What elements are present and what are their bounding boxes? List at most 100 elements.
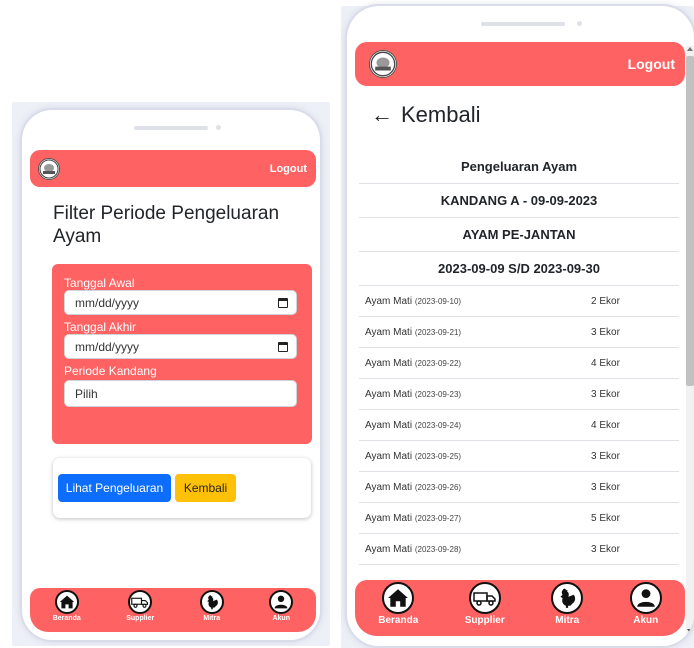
nav-item-mitra[interactable]: Mitra — [199, 590, 224, 622]
row-qty: 3 Ekor — [591, 543, 620, 555]
table-row: Ayam Mati (2023-09-28) 3 Ekor — [359, 534, 679, 565]
bottom-nav: Beranda Supplier Mitra Akun — [355, 580, 685, 636]
expense-table: Pengeluaran Ayam KANDANG A - 09-09-2023 … — [359, 150, 679, 565]
page-title: Filter Periode Pengeluaran Ayam — [53, 203, 280, 247]
table-header: KANDANG A - 09-09-2023 — [359, 184, 679, 218]
scrollbar-thumb[interactable] — [686, 56, 694, 386]
row-item-date: (2023-09-28) — [414, 544, 462, 554]
row-item-name: Ayam Mati — [365, 388, 413, 400]
nav-label: Akun — [633, 615, 659, 626]
row-item: Ayam Mati (2023-09-21) — [359, 327, 591, 338]
nav-label: Mitra — [203, 615, 221, 622]
speaker-bar — [481, 22, 565, 26]
row-item: Ayam Mati (2023-09-24) — [359, 420, 591, 431]
table-row: Ayam Mati (2023-09-27) 5 Ekor — [359, 503, 679, 534]
row-qty: 3 Ekor — [591, 388, 620, 400]
action-card: Lihat Pengeluaran Kembali — [53, 458, 311, 518]
nav-label: Akun — [272, 615, 290, 622]
row-qty: 3 Ekor — [591, 326, 620, 338]
rooster-icon — [551, 582, 584, 614]
row-item-date: (2023-09-24) — [414, 420, 462, 430]
back-link[interactable]: ← Kembali — [371, 102, 480, 128]
camera-dot — [577, 21, 582, 26]
row-item-name: Ayam Mati — [365, 295, 413, 307]
row-item-date: (2023-09-10) — [414, 296, 462, 306]
nav-item-supplier[interactable]: Supplier — [465, 582, 505, 626]
nav-label: Supplier — [126, 615, 155, 622]
nav-item-supplier[interactable]: Supplier — [126, 590, 154, 622]
table-header: AYAM PE-JANTAN — [359, 218, 679, 252]
scroll-down-icon[interactable] — [687, 629, 693, 633]
nav-label: Beranda — [52, 615, 81, 622]
row-item: Ayam Mati (2023-09-10) — [359, 296, 591, 307]
truck-icon — [468, 582, 501, 614]
table-row: Ayam Mati (2023-09-23) 3 Ekor — [359, 379, 679, 410]
period-label: Periode Kandang — [64, 364, 157, 378]
table-row: Ayam Mati (2023-09-22) 4 Ekor — [359, 348, 679, 379]
start-date-placeholder: mm/dd/yyyy — [75, 295, 140, 310]
view-expenses-button[interactable]: Lihat Pengeluaran — [58, 474, 171, 502]
row-item: Ayam Mati (2023-09-25) — [359, 451, 591, 462]
right-phone-screen: Logout ← Kembali Pengeluaran Ayam KANDAN… — [347, 6, 694, 646]
nav-label: Supplier — [464, 615, 505, 626]
table-row: Ayam Mati (2023-09-26) 3 Ekor — [359, 472, 679, 503]
nav-label: Mitra — [555, 615, 580, 626]
table-row: Ayam Mati (2023-09-24) 4 Ekor — [359, 410, 679, 441]
row-item-date: (2023-09-23) — [414, 389, 462, 399]
row-qty: 5 Ekor — [591, 512, 620, 524]
rooster-icon — [199, 590, 224, 614]
start-date-label: Tanggal Awal — [64, 276, 135, 290]
speaker-bar — [134, 126, 208, 130]
row-item: Ayam Mati (2023-09-28) — [359, 544, 591, 555]
row-item-name: Ayam Mati — [365, 481, 413, 493]
scroll-up-icon[interactable] — [687, 47, 693, 51]
start-date-input[interactable]: mm/dd/yyyy — [64, 290, 297, 315]
camera-dot — [216, 125, 221, 130]
row-qty: 2 Ekor — [591, 295, 620, 307]
logout-button[interactable]: Logout — [270, 163, 307, 175]
end-date-placeholder: mm/dd/yyyy — [75, 339, 140, 354]
row-qty: 4 Ekor — [591, 357, 620, 369]
table-row: Ayam Mati (2023-09-10) 2 Ekor — [359, 286, 679, 317]
table-header: Pengeluaran Ayam — [359, 150, 679, 184]
end-date-label: Tanggal Akhir — [64, 320, 137, 334]
row-item: Ayam Mati (2023-09-26) — [359, 482, 591, 493]
right-phone-mockup: Logout ← Kembali Pengeluaran Ayam KANDAN… — [341, 6, 694, 648]
row-item-name: Ayam Mati — [365, 326, 413, 338]
row-qty: 3 Ekor — [591, 450, 620, 462]
nav-item-beranda[interactable]: Beranda — [378, 582, 418, 626]
row-item: Ayam Mati (2023-09-27) — [359, 513, 591, 524]
scrollbar[interactable] — [686, 46, 694, 636]
nav-item-beranda[interactable]: Beranda — [53, 590, 81, 622]
back-button[interactable]: Kembali — [175, 474, 236, 502]
row-item-name: Ayam Mati — [365, 357, 413, 369]
bottom-nav: Beranda Supplier Mitra Akun — [30, 588, 316, 632]
period-select-value: Pilih — [75, 386, 98, 401]
nav-item-mitra[interactable]: Mitra — [551, 582, 584, 626]
end-date-input[interactable]: mm/dd/yyyy — [64, 334, 297, 359]
logo-icon — [369, 50, 397, 78]
user-icon — [629, 582, 662, 614]
home-icon — [54, 590, 79, 614]
row-item: Ayam Mati (2023-09-23) — [359, 389, 591, 400]
left-phone-screen: Logout Filter Periode Pengeluaran Ayam T… — [22, 110, 320, 640]
logout-button[interactable]: Logout — [628, 56, 675, 72]
filter-form: Tanggal Awal mm/dd/yyyy Tanggal Akhir mm… — [52, 264, 312, 444]
row-item-name: Ayam Mati — [365, 450, 413, 462]
period-select[interactable]: Pilih — [64, 380, 297, 407]
home-icon — [382, 582, 415, 614]
row-item-date: (2023-09-26) — [414, 482, 462, 492]
row-item-name: Ayam Mati — [365, 419, 413, 431]
calendar-icon[interactable] — [278, 341, 288, 352]
nav-item-akun[interactable]: Akun — [269, 590, 294, 622]
nav-item-akun[interactable]: Akun — [629, 582, 662, 626]
table-header: 2023-09-09 S/D 2023-09-30 — [359, 252, 679, 286]
table-row: Ayam Mati (2023-09-25) 3 Ekor — [359, 441, 679, 472]
nav-label: Beranda — [378, 615, 419, 626]
calendar-icon[interactable] — [278, 297, 288, 308]
row-item-date: (2023-09-27) — [414, 513, 462, 523]
truck-icon — [128, 590, 153, 614]
row-qty: 3 Ekor — [591, 481, 620, 493]
row-item-date: (2023-09-22) — [414, 358, 462, 368]
table-row: Ayam Mati (2023-09-21) 3 Ekor — [359, 317, 679, 348]
